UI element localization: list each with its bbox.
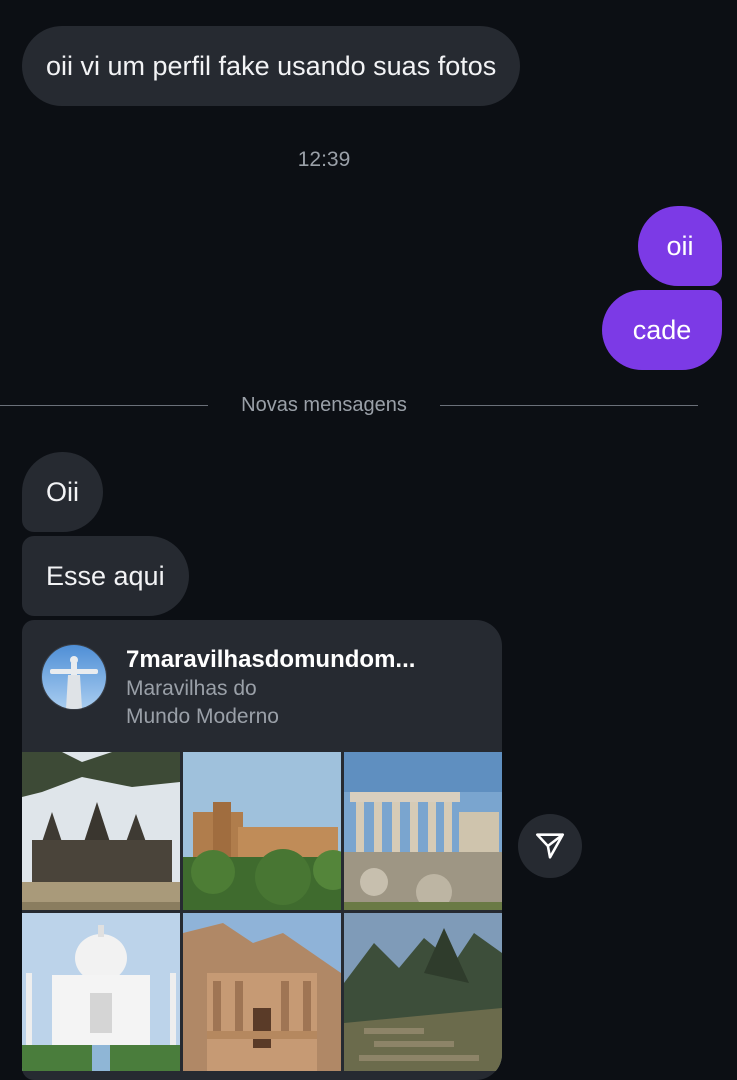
divider-line-right [440,405,698,406]
new-messages-divider-label: Novas mensagens [241,394,407,416]
paper-plane-icon [535,833,565,859]
profile-avatar[interactable] [41,644,107,710]
message-bubble-sent[interactable]: oii [638,206,722,286]
share-button[interactable] [518,814,582,878]
message-text: Esse aqui [46,560,165,591]
shared-account-bio-line-2: Mundo Moderno [126,705,279,728]
grid-photo-taj-mahal[interactable] [22,913,180,1071]
grid-photo-angkor-wat[interactable] [22,752,180,910]
timestamp: 12:39 [297,148,351,171]
shared-account-bio-line-1: Maravilhas do [126,677,257,700]
message-bubble-received[interactable]: Oii [22,452,103,532]
grid-photo-alhambra[interactable] [183,752,341,910]
christ-the-redeemer-avatar-icon [42,645,106,709]
message-text: oii [666,230,694,261]
divider-line-left [0,405,208,406]
message-bubble-sent[interactable]: cade [602,290,722,370]
message-text: cade [632,314,692,345]
message-text: Oii [46,476,79,507]
grid-photo-acropolis[interactable] [344,752,502,910]
message-bubble-received[interactable]: Esse aqui [22,536,189,616]
message-bubble-received[interactable]: oii vi um perfil fake usando suas fotos [22,26,521,106]
shared-profile-card[interactable]: 7maravilhasdomundom... Maravilhas do Mun… [22,620,502,1080]
grid-photo-machu-picchu[interactable] [344,913,502,1071]
shared-account-username[interactable]: 7maravilhasdomundom... [126,646,415,674]
message-text: oii vi um perfil fake usando suas fotos [46,50,497,81]
grid-photo-petra[interactable] [183,913,341,1071]
